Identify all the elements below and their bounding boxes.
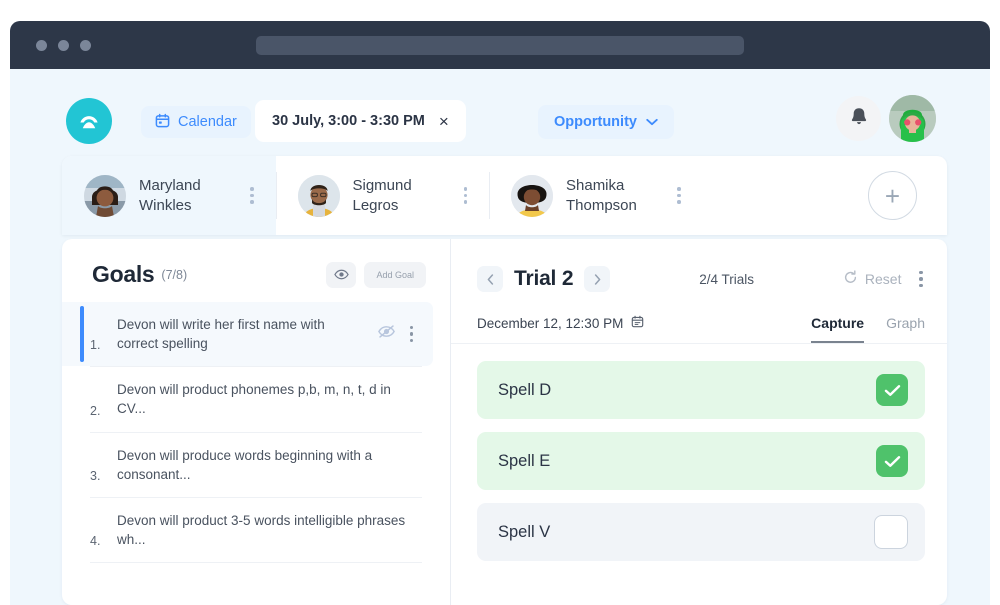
browser-window: Calendar 30 July, 3:00 - 3:30 PM × Oppor… xyxy=(10,21,990,605)
page-title: Goals xyxy=(92,261,155,287)
capture-item-label: Spell V xyxy=(498,522,551,541)
reset-button[interactable]: Reset xyxy=(843,270,902,288)
client-tab-shamika-thompson[interactable]: Shamika Thompson xyxy=(489,156,703,235)
capture-item-spell-d[interactable]: Spell D xyxy=(477,361,925,419)
opportunity-dropdown[interactable]: Opportunity xyxy=(538,105,674,139)
goal-menu-icon[interactable] xyxy=(408,322,416,347)
goal-text: Devon will product 3-5 words intelligibl… xyxy=(117,512,406,548)
capture-checkbox-unchecked[interactable] xyxy=(874,515,908,549)
browser-titlebar xyxy=(10,21,990,69)
client-tabs-bar: Maryland Winkles Sigmund Legros Shamika … xyxy=(62,156,947,235)
close-icon[interactable]: × xyxy=(439,113,449,130)
goals-list: 1. Devon will write her first name with … xyxy=(62,302,450,589)
trial-header: Trial 2 2/4 Trials Reset xyxy=(451,239,947,299)
goal-actions xyxy=(377,322,416,347)
goals-header: Goals (7/8) Add Goal xyxy=(62,239,450,288)
app-logo-icon[interactable] xyxy=(66,98,112,144)
goals-actions: Add Goal xyxy=(326,261,426,288)
trial-date-label: December 12, 12:30 PM xyxy=(477,315,624,331)
goal-item-5-partial[interactable] xyxy=(90,562,422,589)
chevron-left-icon[interactable] xyxy=(477,266,503,292)
trial-tabs: Capture Graph xyxy=(811,315,925,343)
add-client-button[interactable]: + xyxy=(868,171,917,220)
calendar-icon xyxy=(155,113,170,132)
browser-url-bar[interactable] xyxy=(256,36,744,55)
client-tab-sigmund-legros[interactable]: Sigmund Legros xyxy=(275,156,490,235)
trial-subheader: December 12, 12:30 PM Capture Graph xyxy=(451,299,947,344)
avatar xyxy=(297,174,340,217)
chevron-down-icon xyxy=(646,114,658,130)
client-tab-menu-icon[interactable] xyxy=(248,183,256,208)
date-range-label: 30 July, 3:00 - 3:30 PM xyxy=(272,113,425,129)
goal-item-1[interactable]: 1. Devon will write her first name with … xyxy=(62,302,433,367)
client-tab-maryland-winkles[interactable]: Maryland Winkles xyxy=(62,156,276,235)
goal-number: 4. xyxy=(90,534,101,549)
eye-icon[interactable] xyxy=(326,261,357,288)
capture-list: Spell D Spell E Spell V xyxy=(451,344,947,561)
user-avatar[interactable] xyxy=(889,95,936,142)
add-goal-button[interactable]: Add Goal xyxy=(364,261,426,288)
goal-text: Devon will write her first name with cor… xyxy=(117,317,325,352)
goal-number: 3. xyxy=(90,468,101,483)
goal-text: Devon will product phonemes p,b, m, n, t… xyxy=(117,382,391,417)
trial-panel: Trial 2 2/4 Trials Reset December 12, 12… xyxy=(451,239,947,605)
client-tab-menu-icon[interactable] xyxy=(462,183,470,208)
client-tab-label: Maryland Winkles xyxy=(139,177,201,214)
tab-capture[interactable]: Capture xyxy=(811,315,865,343)
client-tab-label: Shamika Thompson xyxy=(566,177,637,214)
app-topbar: Calendar 30 July, 3:00 - 3:30 PM × Oppor… xyxy=(10,69,990,153)
opportunity-label: Opportunity xyxy=(554,114,637,130)
calendar-button[interactable]: Calendar xyxy=(141,106,251,138)
window-maximize-dot[interactable] xyxy=(80,39,91,51)
calendar-label: Calendar xyxy=(178,114,237,130)
window-traffic-lights xyxy=(36,39,91,51)
app-canvas: Calendar 30 July, 3:00 - 3:30 PM × Oppor… xyxy=(10,69,990,605)
goals-panel: Goals (7/8) Add Goal 1. Devon will write… xyxy=(62,239,451,605)
goal-item-2[interactable]: 2. Devon will product phonemes p,b, m, n… xyxy=(90,366,422,431)
goal-number: 2. xyxy=(90,403,101,418)
capture-item-label: Spell E xyxy=(498,451,551,470)
goal-item-4[interactable]: 4. Devon will product 3-5 words intellig… xyxy=(90,496,422,562)
avatar xyxy=(511,174,553,217)
goal-number: 1. xyxy=(90,338,101,353)
goal-text: Devon will produce words beginning with … xyxy=(117,447,373,482)
reset-label: Reset xyxy=(864,271,902,287)
trial-counter: 2/4 Trials xyxy=(699,271,754,287)
chevron-right-icon[interactable] xyxy=(584,266,611,292)
app-root: Calendar 30 July, 3:00 - 3:30 PM × Oppor… xyxy=(0,0,1000,605)
avatar xyxy=(84,174,126,217)
notifications-button[interactable] xyxy=(836,96,881,141)
trial-title: Trial 2 xyxy=(514,267,574,290)
trial-menu-icon[interactable] xyxy=(917,267,925,292)
capture-checkbox-checked[interactable] xyxy=(876,374,908,406)
trial-date[interactable]: December 12, 12:30 PM xyxy=(477,315,644,343)
capture-checkbox-checked[interactable] xyxy=(876,445,908,477)
window-close-dot[interactable] xyxy=(36,39,47,51)
capture-item-label: Spell D xyxy=(498,380,552,399)
capture-item-spell-e[interactable]: Spell E xyxy=(477,432,925,490)
goals-count: (7/8) xyxy=(161,267,188,282)
refresh-icon xyxy=(843,270,858,288)
tab-graph[interactable]: Graph xyxy=(886,315,925,343)
capture-item-spell-v[interactable]: Spell V xyxy=(477,503,925,561)
eye-off-icon[interactable] xyxy=(377,324,396,344)
main-content: Goals (7/8) Add Goal 1. Devon will write… xyxy=(62,239,947,605)
client-tab-menu-icon[interactable] xyxy=(675,183,683,208)
window-minimize-dot[interactable] xyxy=(58,39,69,51)
date-range-chip[interactable]: 30 July, 3:00 - 3:30 PM × xyxy=(255,100,466,142)
client-tab-label: Sigmund Legros xyxy=(352,177,412,214)
goal-item-3[interactable]: 3. Devon will produce words beginning wi… xyxy=(90,431,422,497)
calendar-icon xyxy=(631,315,644,331)
bell-icon xyxy=(849,106,869,132)
